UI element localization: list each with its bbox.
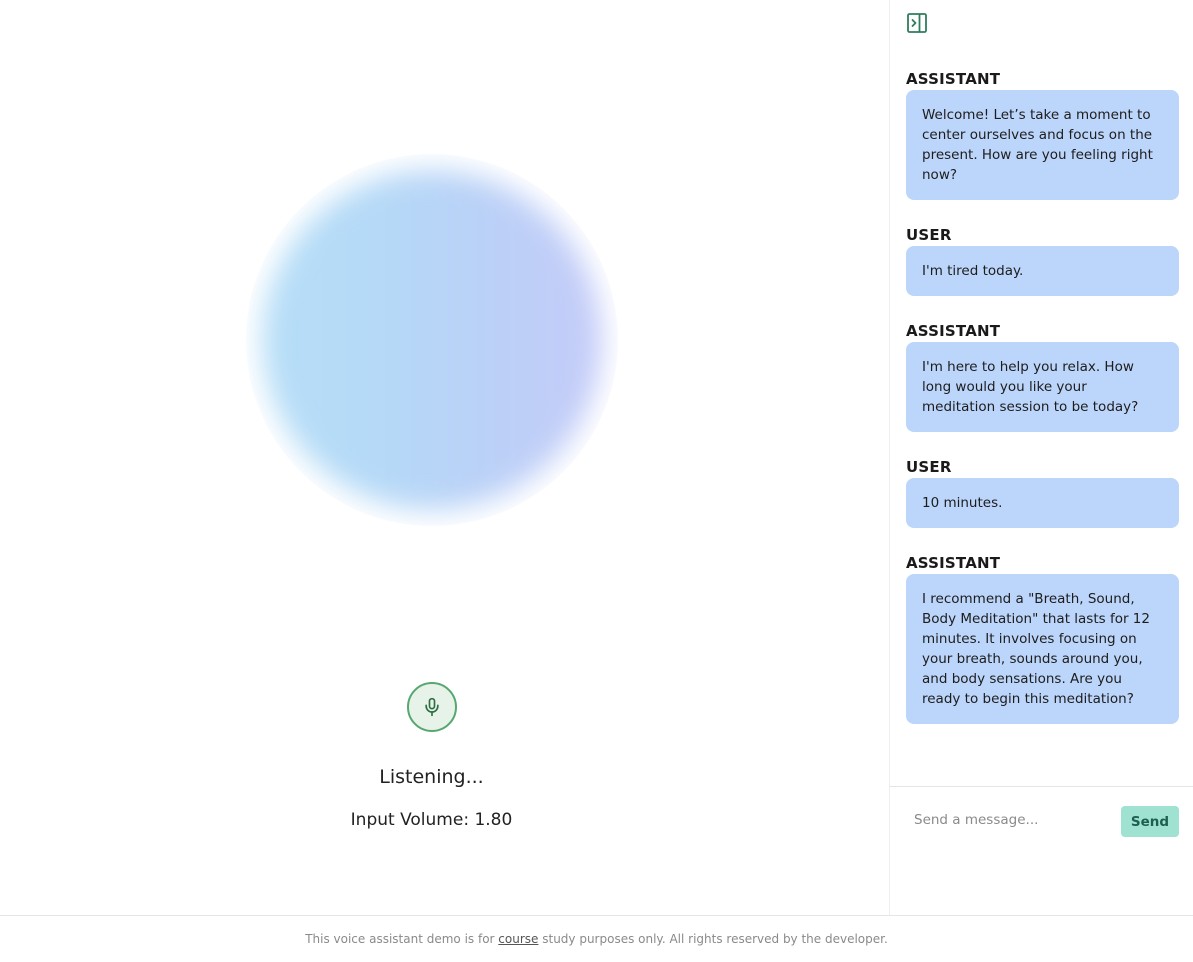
footer-disclaimer: This voice assistant demo is for course … [0, 915, 1193, 961]
voice-orb [246, 154, 618, 526]
message-role: ASSISTANT [906, 554, 1001, 572]
microphone-button[interactable] [407, 682, 457, 732]
voice-stage: Listening... Input Volume: 1.80 [0, 0, 889, 915]
message-role: ASSISTANT [906, 322, 1001, 340]
microphone-icon [425, 697, 439, 717]
send-button[interactable]: Send [1121, 806, 1179, 837]
input-volume-readout: Input Volume: 1.80 [350, 810, 513, 830]
message-role: ASSISTANT [906, 70, 1001, 88]
message-input[interactable] [906, 804, 1122, 836]
listening-status: Listening... [379, 766, 484, 788]
message-bubble: 10 minutes. [906, 478, 1179, 528]
message-bubble: I'm here to help you relax. How long wou… [906, 342, 1179, 432]
footer-text-suffix: study purposes only. All rights reserved… [538, 932, 888, 946]
panel-collapse-icon [907, 13, 927, 33]
course-link[interactable]: course [498, 932, 538, 946]
chat-message: ASSISTANT I recommend a "Breath, Sound, … [906, 552, 1179, 724]
message-list: ASSISTANT Welcome! Let’s take a moment t… [906, 68, 1179, 748]
message-bubble: Welcome! Let’s take a moment to center o… [906, 90, 1179, 200]
toggle-panel-button[interactable] [906, 12, 928, 34]
message-role: USER [906, 458, 952, 476]
chat-message: USER I'm tired today. [906, 224, 1179, 296]
chat-message: ASSISTANT I'm here to help you relax. Ho… [906, 320, 1179, 432]
message-bubble: I'm tired today. [906, 246, 1179, 296]
message-bubble: I recommend a "Breath, Sound, Body Medit… [906, 574, 1179, 724]
voice-orb-gradient [262, 170, 602, 510]
chat-message: ASSISTANT Welcome! Let’s take a moment t… [906, 68, 1179, 200]
footer-text-prefix: This voice assistant demo is for [305, 932, 499, 946]
message-composer: Send [890, 786, 1193, 915]
chat-message: USER 10 minutes. [906, 456, 1179, 528]
chat-panel: ASSISTANT Welcome! Let’s take a moment t… [889, 0, 1193, 915]
message-role: USER [906, 226, 952, 244]
